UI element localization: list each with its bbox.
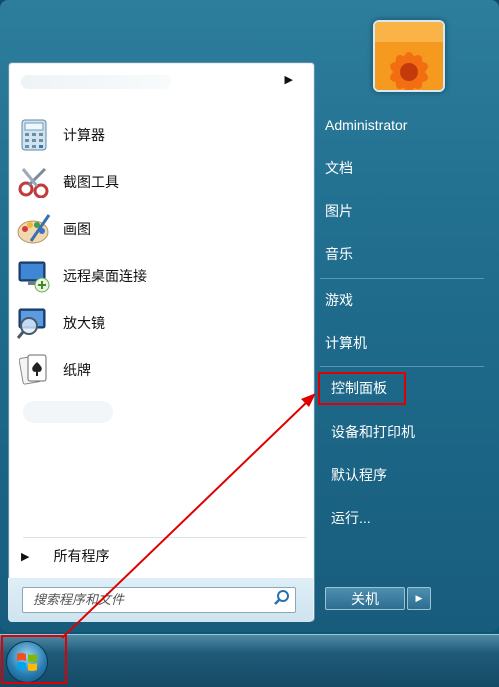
blurred-program-item: [23, 401, 113, 423]
all-programs-link[interactable]: ▶ 所有程序: [21, 545, 109, 567]
program-paint[interactable]: 画图: [17, 207, 307, 251]
blurred-recent-item: [21, 75, 171, 89]
program-calculator[interactable]: 计算器: [17, 113, 307, 157]
search-icon[interactable]: [269, 589, 291, 611]
documents-link[interactable]: 文档: [325, 155, 353, 181]
program-label: 画图: [63, 222, 91, 238]
magnifier-icon: [17, 306, 51, 340]
program-label: 放大镜: [63, 316, 105, 332]
program-label: 计算器: [63, 128, 105, 144]
search-box[interactable]: [22, 587, 296, 613]
pictures-link[interactable]: 图片: [325, 198, 353, 224]
remote-desktop-icon: [17, 259, 51, 293]
user-avatar[interactable]: [373, 20, 445, 92]
program-label: 远程桌面连接: [63, 269, 147, 285]
games-link[interactable]: 游戏: [325, 287, 353, 313]
solitaire-icon: [17, 353, 51, 387]
shutdown-button[interactable]: 关机: [325, 587, 405, 610]
annotation-highlight-control-panel: [318, 372, 406, 405]
program-magnifier[interactable]: 放大镜: [17, 301, 307, 345]
paint-icon: [17, 212, 51, 246]
search-area: [8, 578, 313, 622]
program-snipping-tool[interactable]: 截图工具: [17, 160, 307, 204]
divider: [320, 366, 484, 367]
computer-link[interactable]: 计算机: [325, 330, 367, 356]
annotation-highlight-start-button: [1, 635, 67, 684]
user-name-link[interactable]: Administrator: [325, 112, 407, 138]
taskbar: [0, 634, 499, 687]
start-menu-left-pane: ▶ 计算器 截图工具 画图 远程桌面连接 放大镜 纸牌 ▶ 所有程序: [8, 62, 315, 622]
triangle-right-icon: ▶: [21, 549, 30, 563]
run-link[interactable]: 运行...: [331, 505, 371, 531]
search-input[interactable]: [33, 592, 269, 608]
snipping-tool-icon: [17, 165, 51, 199]
program-solitaire[interactable]: 纸牌: [17, 348, 307, 392]
divider: [23, 537, 306, 538]
devices-printers-link[interactable]: 设备和打印机: [331, 419, 415, 445]
pinned-jumplist-row[interactable]: ▶: [9, 63, 303, 95]
all-programs-label: 所有程序: [53, 549, 110, 565]
flower-picture-icon: [375, 22, 443, 90]
program-remote-desktop[interactable]: 远程桌面连接: [17, 254, 307, 298]
chevron-right-icon[interactable]: ▶: [285, 73, 293, 86]
program-label: 截图工具: [63, 175, 119, 191]
divider: [320, 278, 484, 279]
shutdown-options-button[interactable]: ▶: [407, 587, 431, 610]
music-link[interactable]: 音乐: [325, 241, 353, 267]
default-programs-link[interactable]: 默认程序: [331, 462, 387, 488]
program-label: 纸牌: [63, 363, 91, 379]
calculator-icon: [17, 118, 51, 152]
